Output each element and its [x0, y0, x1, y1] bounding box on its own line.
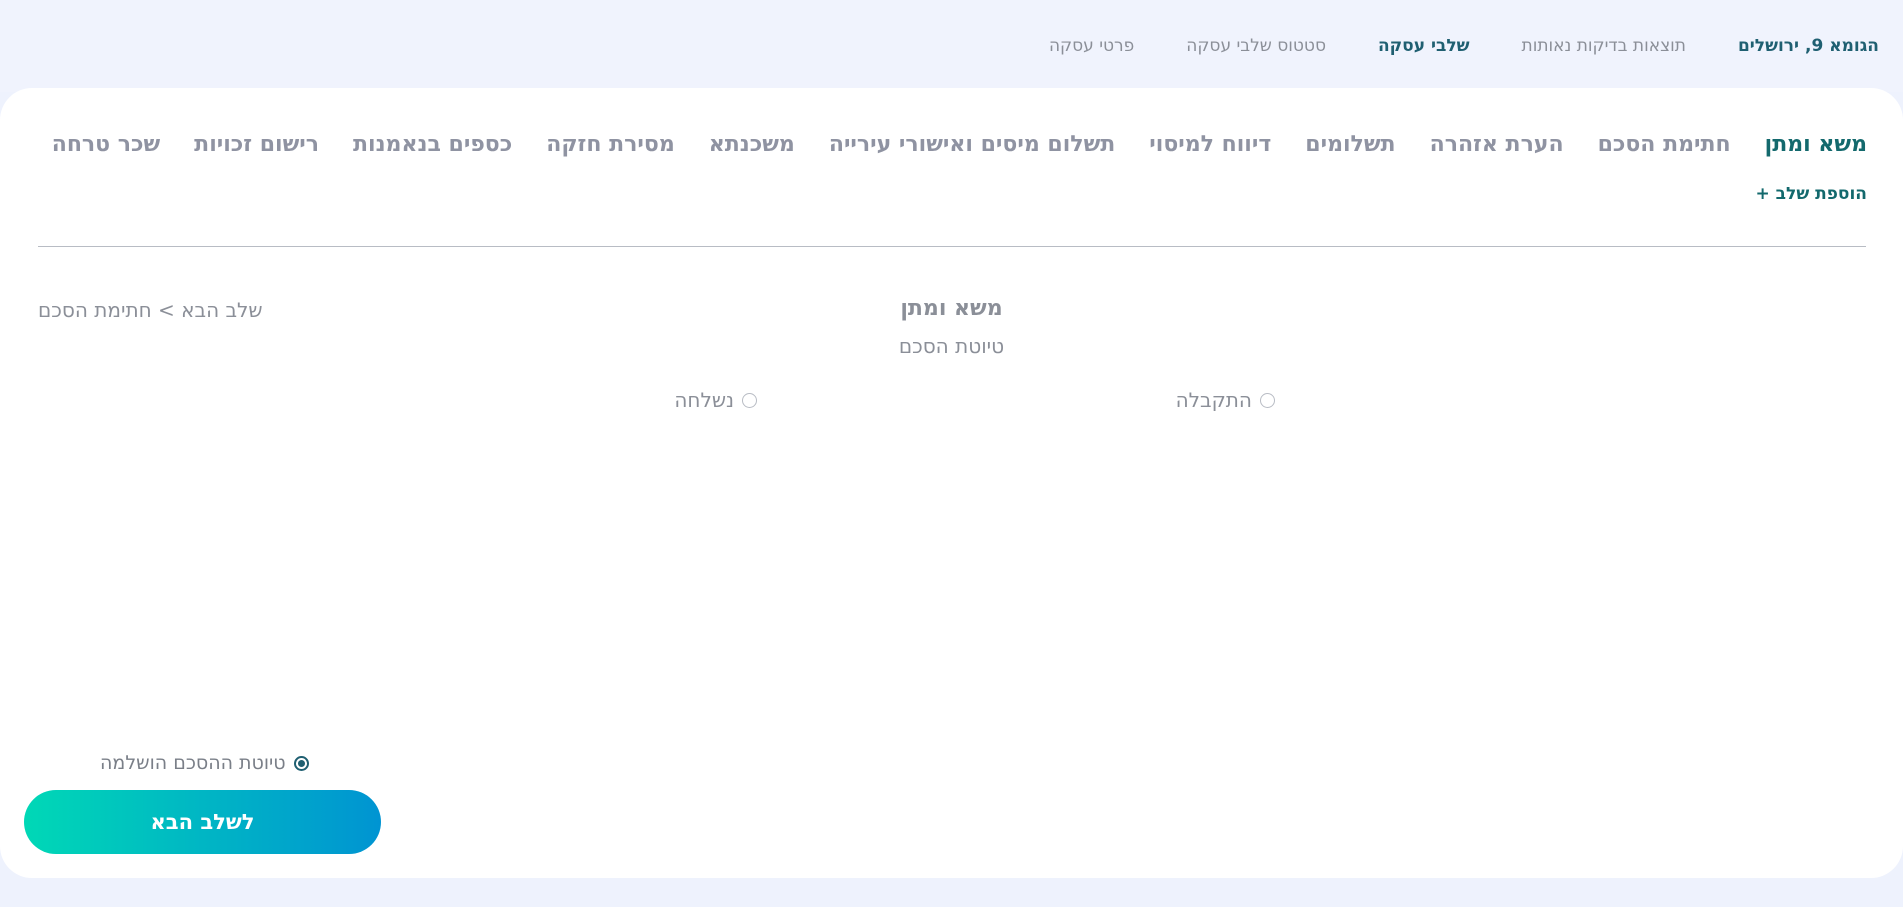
stages-nav: משא ומתן חתימת הסכם הערת אזהרה תשלומים ד…	[52, 132, 1867, 157]
sent-label: נשלחה	[674, 388, 734, 412]
stage-escrow[interactable]: כספים בנאמנות	[353, 132, 512, 157]
stage-taxes-municipal[interactable]: תשלום מיסים ואישורי עירייה	[829, 132, 1115, 157]
top-bar: הגומא 9, ירושלים תוצאות בדיקות נאותות של…	[0, 0, 1903, 92]
next-stage-button[interactable]: לשלב הבא	[24, 790, 381, 854]
option-sent[interactable]: נשלחה	[674, 388, 757, 412]
stage-negotiation[interactable]: משא ומתן	[1765, 132, 1867, 157]
divider	[38, 246, 1866, 247]
add-stage-link[interactable]: הוספת שלב +	[1756, 184, 1868, 204]
stage-payments[interactable]: תשלומים	[1305, 132, 1395, 157]
option-received[interactable]: התקבלה	[1176, 388, 1275, 412]
stage-contract-signing[interactable]: חתימת הסכם	[1598, 132, 1731, 157]
stage-title: משא ומתן	[900, 296, 1003, 321]
tab-due-diligence-results[interactable]: תוצאות בדיקות נאותות	[1522, 36, 1686, 56]
top-nav: הגומא 9, ירושלים תוצאות בדיקות נאותות של…	[1049, 36, 1879, 56]
stage-possession[interactable]: מסירת חזקה	[546, 132, 675, 157]
stage-legal-fees[interactable]: שכר טרחה	[52, 132, 160, 157]
completed-radio[interactable]	[293, 755, 309, 771]
draft-completed-option[interactable]: טיוטת ההסכם הושלמה	[100, 752, 309, 774]
completed-label: טיוטת ההסכם הושלמה	[100, 752, 286, 774]
tab-deal-stages-status[interactable]: סטטוס שלבי עסקה	[1186, 36, 1326, 56]
main-card: משא ומתן חתימת הסכם הערת אזהרה תשלומים ד…	[0, 88, 1903, 878]
received-radio[interactable]	[1260, 392, 1275, 408]
stage-caveat[interactable]: הערת אזהרה	[1430, 132, 1564, 157]
tab-deal-details[interactable]: פרטי עסקה	[1049, 36, 1134, 56]
sent-radio[interactable]	[742, 392, 757, 408]
stage-subtitle: טיוטת הסכם	[898, 334, 1005, 358]
stage-mortgage[interactable]: משכנתא	[709, 132, 795, 157]
tab-deal-stages[interactable]: שלבי עסקה	[1378, 36, 1470, 56]
received-label: התקבלה	[1175, 388, 1252, 412]
property-address: הגומא 9, ירושלים	[1737, 36, 1879, 56]
stage-tax-report[interactable]: דיווח למיסוי	[1149, 132, 1271, 157]
stage-rights-registration[interactable]: רישום זכויות	[194, 132, 319, 157]
